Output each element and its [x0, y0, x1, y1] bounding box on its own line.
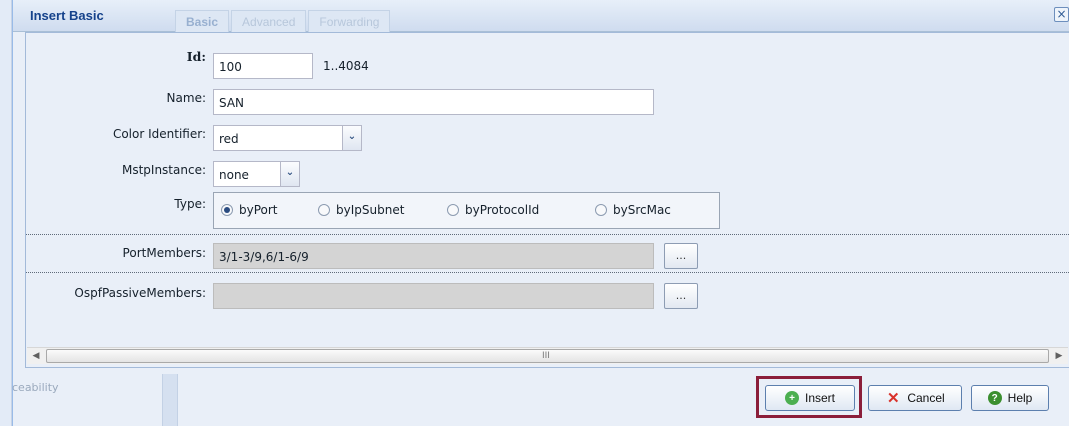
radio-unchecked-icon	[447, 204, 459, 216]
dialog-titlebar: Insert Basic Basic Advanced Forwarding ×	[13, 0, 1069, 32]
tab-basic[interactable]: Basic	[175, 10, 230, 32]
insert-button-label: Insert	[804, 391, 835, 405]
mstp-instance-select[interactable]: none	[213, 161, 281, 187]
radio-byipsubnet-label: byIpSubnet	[336, 203, 405, 217]
scroll-right-arrow-icon[interactable]: ▶	[1051, 349, 1067, 363]
ospf-passive-members-label: OspfPassiveMembers:	[74, 286, 206, 300]
radio-unchecked-icon	[318, 204, 330, 216]
insert-button[interactable]: + Insert	[765, 385, 855, 411]
add-icon: +	[784, 391, 799, 405]
scrollbar-grip: III	[542, 351, 550, 361]
color-identifier-select[interactable]: red	[213, 125, 343, 151]
name-input[interactable]: SAN	[213, 89, 654, 115]
name-label: Name:	[166, 91, 206, 105]
id-input[interactable]: 100	[213, 53, 313, 79]
dialog-title: Insert Basic	[30, 8, 104, 23]
id-range-hint: 1..4084	[323, 59, 369, 73]
horizontal-scrollbar[interactable]: ◀ III ▶	[27, 347, 1068, 364]
tab-forwarding[interactable]: Forwarding	[308, 10, 391, 32]
close-x-icon: ✕	[887, 390, 900, 407]
port-members-label: PortMembers:	[122, 246, 206, 260]
background-app-strip	[0, 0, 12, 426]
ospf-passive-members-browse-button[interactable]: ...	[664, 283, 698, 309]
help-icon: ?	[987, 391, 1002, 405]
tab-strip: Basic Advanced Forwarding	[175, 10, 392, 32]
insert-basic-dialog: Insert Basic Basic Advanced Forwarding ×…	[12, 0, 1069, 426]
radio-byprotocolid-label: byProtocolId	[465, 203, 540, 217]
ospf-passive-members-field	[213, 283, 654, 309]
scrollbar-thumb[interactable]: III	[46, 349, 1049, 363]
background-footer-separator	[162, 374, 178, 426]
radio-unchecked-icon	[595, 204, 607, 216]
scroll-left-arrow-icon[interactable]: ◀	[28, 349, 44, 363]
chevron-down-icon: ⌄	[285, 167, 295, 178]
mstp-instance-dropdown-button[interactable]: ⌄	[280, 161, 300, 187]
mstp-instance-label: MstpInstance:	[121, 163, 206, 177]
id-label: Id:	[186, 49, 206, 64]
help-button-label: Help	[1007, 391, 1033, 405]
form-panel: Id: 100 1..4084 Name: SAN Color Identifi…	[25, 32, 1069, 368]
radio-bysrcmac[interactable]: bySrcMac	[595, 203, 671, 217]
tab-advanced[interactable]: Advanced	[231, 10, 307, 32]
type-radio-group: byPort byIpSubnet byProtocolId bySrcMac	[213, 192, 720, 229]
cancel-button[interactable]: ✕ Cancel	[868, 385, 962, 411]
radio-byprotocolid[interactable]: byProtocolId	[447, 203, 539, 217]
color-identifier-dropdown-button[interactable]: ⌄	[342, 125, 362, 151]
port-members-field: 3/1-3/9,6/1-6/9	[213, 243, 654, 269]
color-identifier-label: Color Identifier:	[112, 127, 206, 141]
section-divider	[26, 234, 1069, 235]
help-button[interactable]: ? Help	[971, 385, 1049, 411]
cancel-button-label: Cancel	[907, 391, 945, 405]
background-footer-text: ceability	[12, 381, 59, 394]
radio-byport[interactable]: byPort	[221, 203, 278, 217]
type-label: Type:	[174, 197, 206, 211]
radio-checked-icon	[221, 204, 233, 216]
section-divider	[26, 272, 1069, 273]
chevron-down-icon: ⌄	[347, 131, 357, 142]
radio-bysrcmac-label: bySrcMac	[613, 203, 671, 217]
radio-byport-label: byPort	[239, 203, 278, 217]
radio-byipsubnet[interactable]: byIpSubnet	[318, 203, 404, 217]
port-members-browse-button[interactable]: ...	[664, 243, 698, 269]
close-icon[interactable]: ×	[1054, 7, 1069, 22]
